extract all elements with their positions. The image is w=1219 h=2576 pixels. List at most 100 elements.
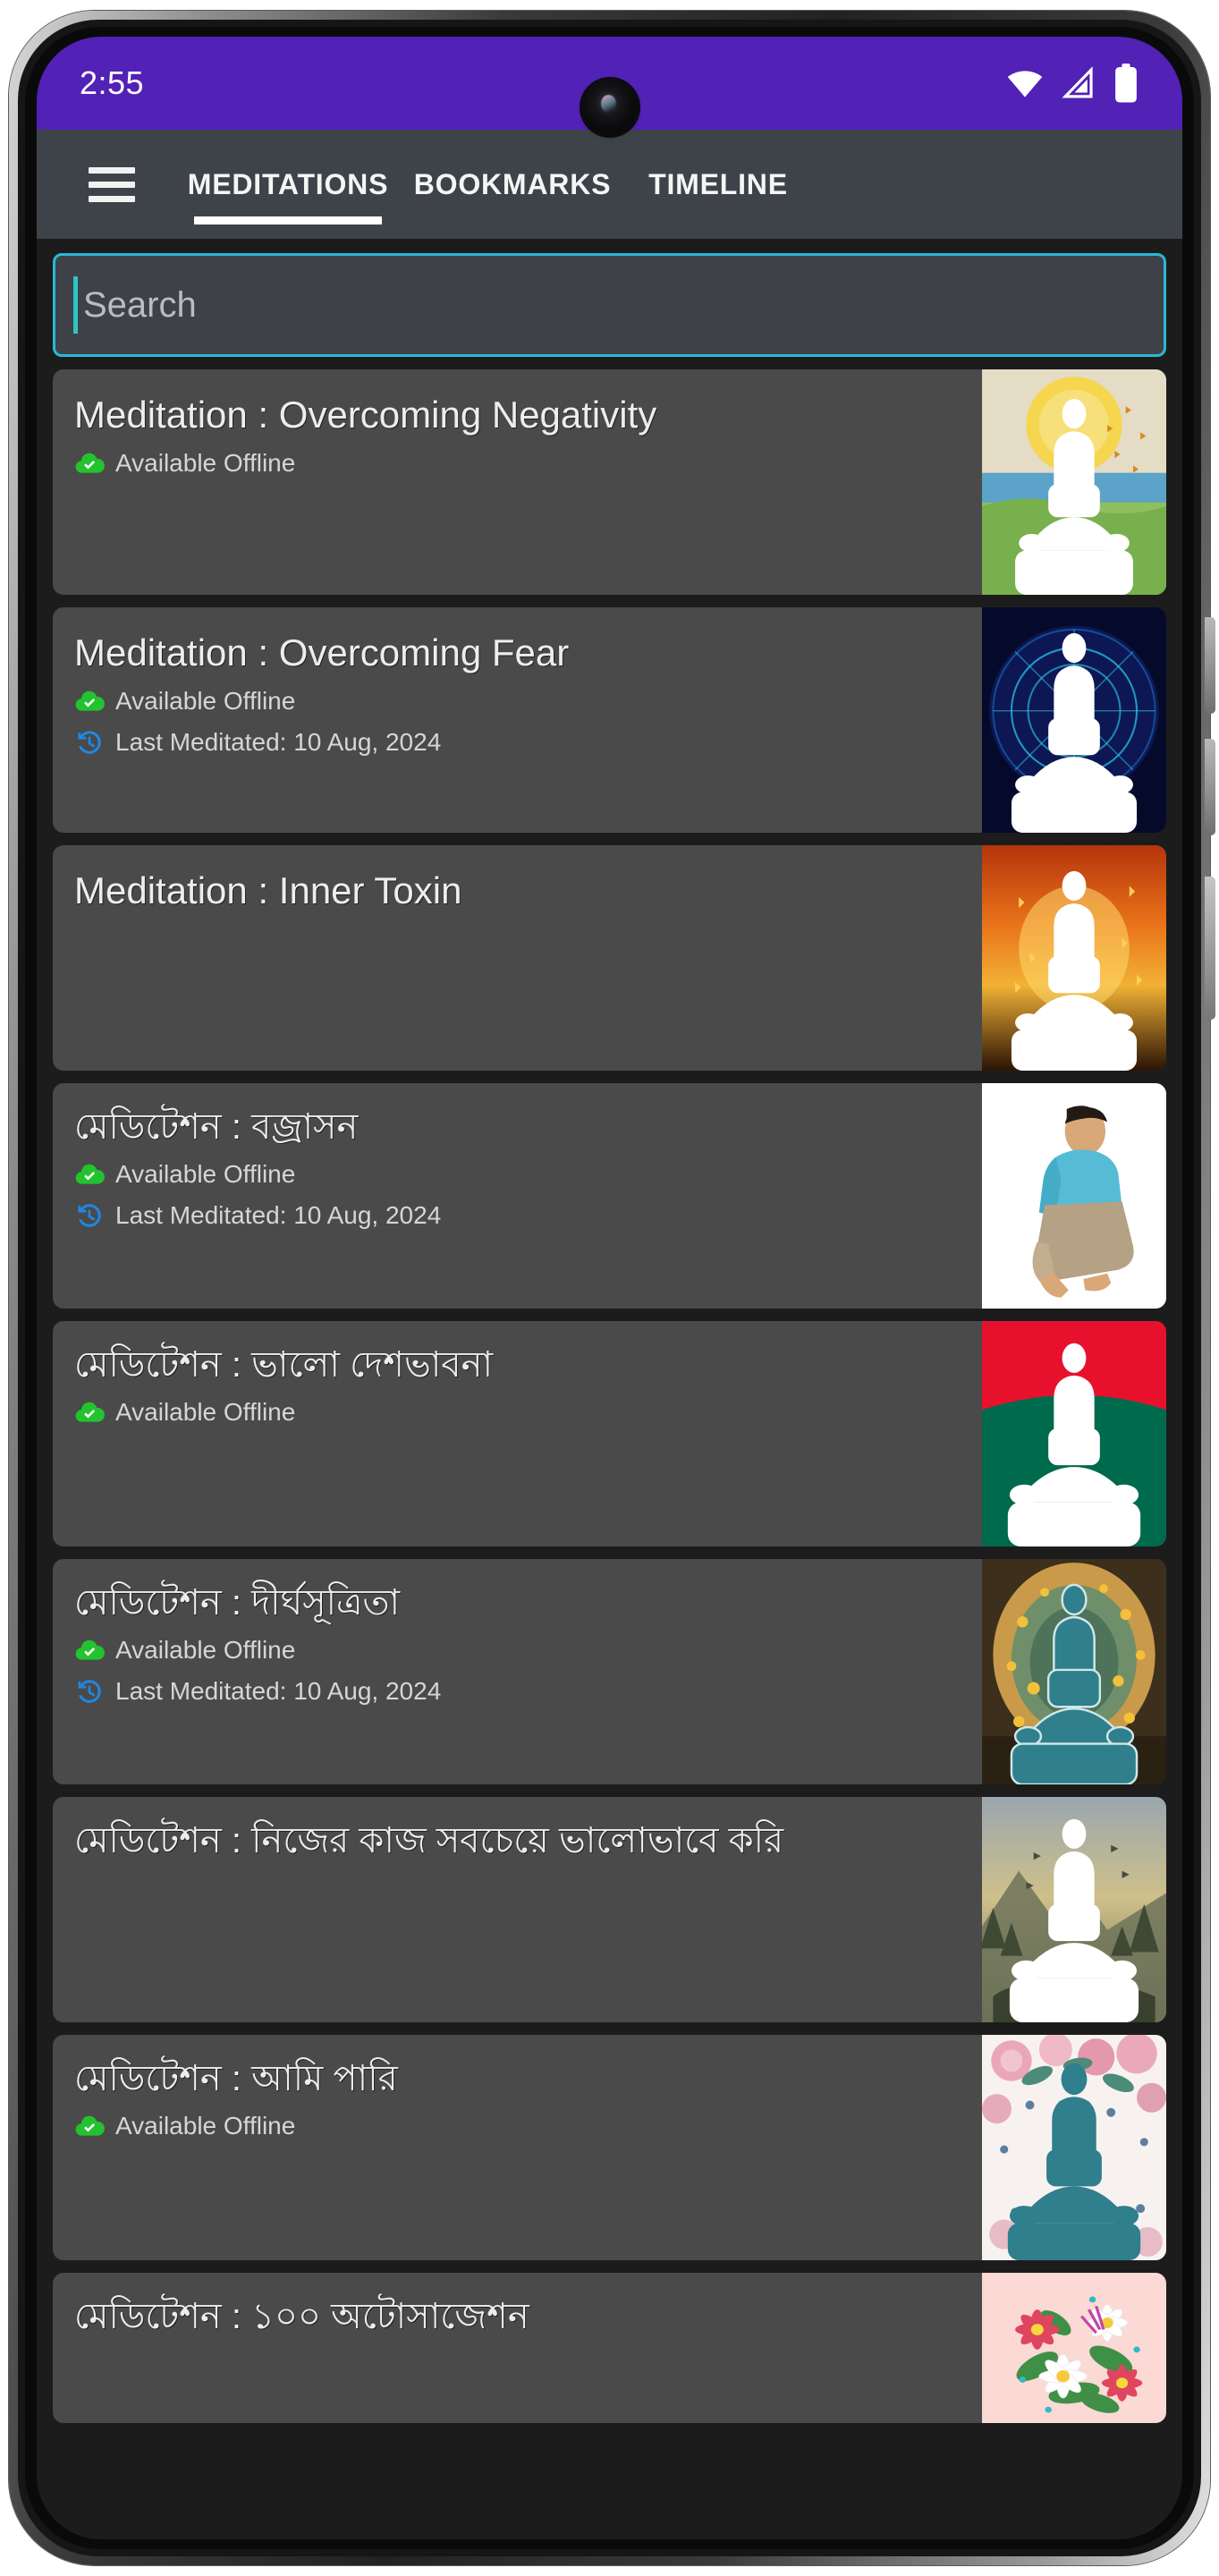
meditation-title: Meditation : Overcoming Fear	[74, 631, 570, 674]
available-offline-row: Available Offline	[74, 1635, 982, 1665]
meditation-thumbnail	[982, 845, 1166, 1071]
meditation-thumbnail	[982, 2273, 1166, 2423]
status-bar-clock: 2:55	[80, 64, 145, 101]
available-offline-label: Available Offline	[115, 1160, 296, 1189]
hamburger-menu-icon[interactable]	[71, 166, 153, 202]
text-cursor	[73, 276, 78, 334]
meditation-title: মেডিটেশন : ১০০ অটোসাজেশন	[74, 2297, 529, 2336]
search-placeholder: Search	[83, 284, 197, 325]
available-offline-row: Available Offline	[74, 1159, 982, 1190]
meditation-title: মেডিটেশন : দীর্ঘসূত্রিতা	[74, 1583, 401, 1623]
last-meditated-row: Last Meditated: 10 Aug, 2024	[74, 1676, 982, 1707]
last-meditated-row: Last Meditated: 10 Aug, 2024	[74, 727, 982, 758]
hamburger-bar	[89, 181, 135, 188]
meditation-card-body: Meditation : Overcoming Negativity Availa…	[53, 369, 982, 595]
tab-label: MEDITATIONS	[187, 167, 389, 200]
tab-timeline[interactable]: TIMELINE	[623, 130, 813, 239]
available-offline-row: Available Offline	[74, 448, 982, 479]
man-sitting-pose-thumbnail	[982, 1083, 1166, 1309]
meditation-thumbnail	[982, 607, 1166, 833]
phone-screen: 2:55 MEDITATIONS BOOKMARKS TIMELINE Sear…	[37, 37, 1182, 2539]
meditation-thumbnail	[982, 1321, 1166, 1546]
golden-archway-teal-figure-thumbnail	[982, 1559, 1166, 1784]
meditation-card[interactable]: Meditation : Inner Toxin	[53, 845, 1166, 1071]
meditation-card[interactable]: মেডিটেশন : আমি পারি Available Offline	[53, 2035, 1166, 2260]
last-meditated-history-icon	[78, 1680, 101, 1703]
hamburger-bar	[89, 166, 135, 174]
meditation-card[interactable]: মেডিটেশন : দীর্ঘসূত্রিতা Available Offlin…	[53, 1559, 1166, 1784]
available-offline-icon	[75, 1640, 105, 1660]
pink-flowers-thumbnail	[982, 2273, 1166, 2423]
status-bar-icons	[1005, 63, 1139, 104]
meditation-title: Meditation : Inner Toxin	[74, 869, 462, 911]
available-offline-icon	[75, 1164, 105, 1184]
meditation-title: মেডিটেশন : আমি পারি	[74, 2059, 398, 2098]
front-camera-punch-hole	[581, 80, 638, 135]
cellular-signal-icon	[1062, 66, 1093, 98]
available-offline-row: Available Offline	[74, 1397, 982, 1428]
available-offline-label: Available Offline	[115, 1636, 296, 1665]
tab-bookmarks[interactable]: BOOKMARKS	[402, 130, 623, 239]
available-offline-icon	[75, 691, 105, 711]
tab-meditations[interactable]: MEDITATIONS	[174, 130, 402, 239]
available-offline-icon	[75, 453, 105, 473]
meditation-card-body: মেডিটেশন : নিজের কাজ সবচেয়ে ভালোভাবে কর…	[53, 1797, 982, 2022]
tab-bar: MEDITATIONS BOOKMARKS TIMELINE	[174, 130, 1182, 239]
meditation-title: মেডিটেশন : বজ্রাসন	[74, 1107, 359, 1147]
available-offline-label: Available Offline	[115, 1398, 296, 1427]
meditation-card[interactable]: Meditation : Overcoming Negativity Availa…	[53, 369, 1166, 595]
meditation-card-body: মেডিটেশন : দীর্ঘসূত্রিতা Available Offlin…	[53, 1559, 982, 1784]
meditation-thumbnail	[982, 1559, 1166, 1784]
bangladesh-flag-meditation-thumbnail	[982, 1321, 1166, 1546]
last-meditated-label: Last Meditated: 10 Aug, 2024	[115, 1677, 442, 1706]
available-offline-row: Available Offline	[74, 2111, 982, 2141]
meditation-card[interactable]: মেডিটেশন : বজ্রাসন Available Offline Last …	[53, 1083, 1166, 1309]
meditation-title: Meditation : Overcoming Negativity	[74, 394, 657, 436]
volume-up-button[interactable]	[1205, 617, 1215, 714]
available-offline-icon	[75, 2115, 105, 2136]
last-meditated-label: Last Meditated: 10 Aug, 2024	[115, 727, 442, 756]
meditation-card[interactable]: মেডিটেশন : নিজের কাজ সবচেয়ে ভালোভাবে কর…	[53, 1797, 1166, 2022]
meditation-card-body: মেডিটেশন : ১০০ অটোসাজেশন	[53, 2273, 982, 2423]
last-meditated-label: Last Meditated: 10 Aug, 2024	[115, 1201, 442, 1230]
tab-label: BOOKMARKS	[413, 167, 612, 200]
floral-teal-figure-thumbnail	[982, 2035, 1166, 2260]
app-bar: MEDITATIONS BOOKMARKS TIMELINE	[37, 130, 1182, 239]
meditation-card-body: মেডিটেশন : ভালো দেশভাবনা Available Offlin…	[53, 1321, 982, 1546]
meditation-thumbnail	[982, 369, 1166, 595]
meditation-title: মেডিটেশন : ভালো দেশভাবনা	[74, 1345, 494, 1385]
last-meditated-history-icon	[78, 730, 101, 754]
meditation-thumbnail	[982, 1797, 1166, 2022]
hamburger-bar	[89, 195, 135, 202]
available-offline-label: Available Offline	[115, 2112, 296, 2140]
meditation-card[interactable]: Meditation : Overcoming Fear Available Of…	[53, 607, 1166, 833]
mountain-forest-meditation-thumbnail	[982, 1797, 1166, 2022]
meditation-card-body: Meditation : Inner Toxin	[53, 845, 982, 1071]
meditation-card-body: মেডিটেশন : বজ্রাসন Available Offline Last …	[53, 1083, 982, 1309]
status-bar: 2:55	[37, 37, 1182, 135]
sunrise-lake-meditation-thumbnail	[982, 369, 1166, 595]
screenshot-root: 2:55 MEDITATIONS BOOKMARKS TIMELINE Sear…	[0, 0, 1219, 2576]
meditation-thumbnail	[982, 2035, 1166, 2260]
available-offline-label: Available Offline	[115, 448, 296, 477]
meditation-card-body: মেডিটেশন : আমি পারি Available Offline	[53, 2035, 982, 2260]
search-area: Search	[37, 239, 1182, 369]
meditation-thumbnail	[982, 1083, 1166, 1309]
meditation-list: Meditation : Overcoming Negativity Availa…	[37, 369, 1182, 2423]
blue-mandala-meditation-thumbnail	[982, 607, 1166, 833]
tab-label: TIMELINE	[648, 167, 788, 200]
available-offline-label: Available Offline	[115, 686, 296, 715]
battery-icon	[1115, 64, 1137, 103]
orange-sunset-butterflies-thumbnail	[982, 845, 1166, 1071]
volume-down-button[interactable]	[1205, 739, 1215, 835]
meditation-card[interactable]: মেডিটেশন : ভালো দেশভাবনা Available Offlin…	[53, 1321, 1166, 1546]
search-input[interactable]: Search	[53, 253, 1166, 357]
last-meditated-row: Last Meditated: 10 Aug, 2024	[74, 1200, 982, 1231]
meditation-card-body: Meditation : Overcoming Fear Available Of…	[53, 607, 982, 833]
meditation-card[interactable]: মেডিটেশন : ১০০ অটোসাজেশন	[53, 2273, 1166, 2423]
main-content: Search Meditation : Overcoming Negativit…	[37, 239, 1182, 2539]
power-button[interactable]	[1205, 877, 1215, 1020]
available-offline-icon	[75, 1402, 105, 1422]
wifi-icon	[1007, 71, 1043, 97]
last-meditated-history-icon	[78, 1204, 101, 1227]
